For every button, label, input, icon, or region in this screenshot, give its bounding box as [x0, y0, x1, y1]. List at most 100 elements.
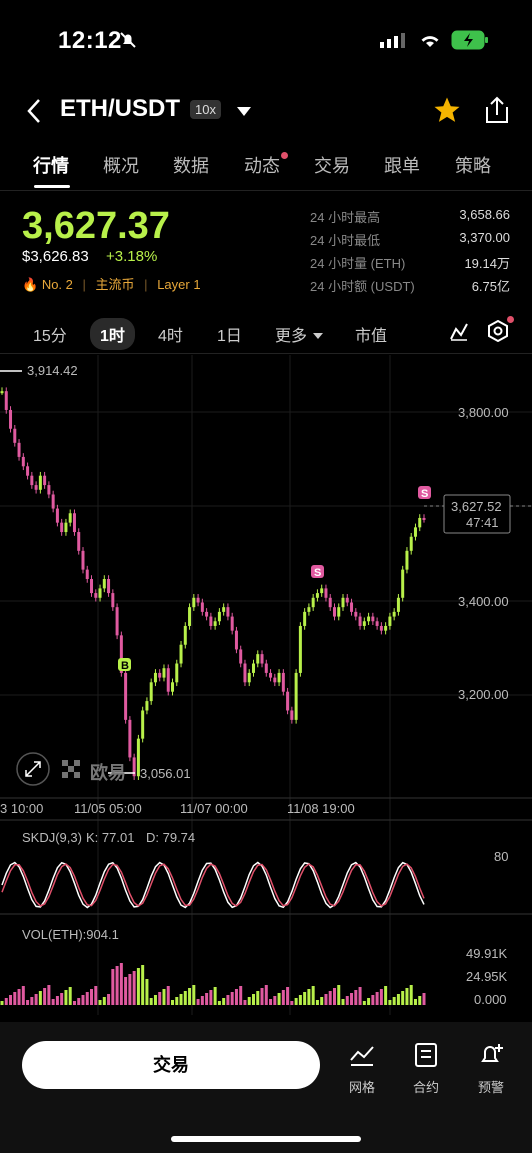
volume-bar: [205, 993, 209, 1005]
star-icon[interactable]: [432, 95, 462, 130]
volume-bar: [17, 989, 21, 1005]
chart-grid: [0, 355, 532, 1015]
grid-button[interactable]: 网格: [332, 1042, 392, 1096]
volume-bar: [239, 986, 243, 1005]
candle: [102, 579, 106, 589]
tab-market[interactable]: 行情: [33, 152, 69, 178]
candle: [260, 654, 264, 664]
candle: [375, 621, 379, 626]
tab-news[interactable]: 动态: [244, 152, 280, 178]
candle: [230, 616, 234, 631]
indicator-icon[interactable]: [449, 321, 469, 346]
volume-bar: [0, 1001, 4, 1005]
contract-button[interactable]: 合约: [396, 1042, 456, 1096]
candle: [205, 611, 209, 617]
market-cap-toggle[interactable]: 市值: [355, 322, 387, 346]
candle: [362, 621, 366, 626]
volume-bar: [392, 997, 396, 1005]
candle: [26, 466, 30, 476]
candle: [77, 532, 81, 551]
candle: [354, 611, 358, 617]
price-chart[interactable]: 3,914.42 3,056.01 3,800.00 3,400.00 3,20…: [0, 355, 532, 1020]
share-icon[interactable]: [484, 95, 510, 130]
current-price-label: 3,627.52: [451, 499, 502, 514]
volume-bar: [358, 987, 362, 1005]
tab-overview[interactable]: 概况: [103, 152, 139, 178]
rank-tag[interactable]: No. 2: [42, 277, 73, 292]
volume-bar: [26, 1000, 30, 1005]
candle: [401, 569, 405, 598]
candle: [94, 593, 98, 598]
candle: [234, 630, 238, 650]
timeframe-more[interactable]: 更多: [275, 322, 307, 346]
skdj-level: 80: [494, 849, 508, 864]
timeframe-1h[interactable]: 1时: [90, 318, 135, 350]
candle: [158, 672, 162, 678]
tab-copy[interactable]: 跟单: [384, 152, 420, 178]
timeframe-4h[interactable]: 4时: [158, 322, 183, 346]
candle: [171, 682, 175, 692]
volume-bars: [0, 963, 426, 1005]
caret-down-icon[interactable]: [313, 327, 323, 345]
chevron-down-icon[interactable]: [237, 104, 251, 122]
candle: [115, 607, 119, 636]
volume-bar: [354, 990, 358, 1005]
high-marker-label: 3,914.42: [27, 363, 78, 378]
tag-separator: |: [82, 277, 86, 292]
home-indicator: [171, 1136, 361, 1142]
stat-label: 24 小时最高: [310, 210, 381, 225]
volume-bar: [132, 971, 136, 1005]
candle: [413, 527, 417, 537]
candle: [183, 625, 187, 645]
main-coin-tag[interactable]: 主流币: [96, 277, 135, 292]
candle: [21, 456, 25, 467]
volume-bar: [367, 998, 371, 1005]
expand-icon: [16, 752, 50, 786]
pair-title[interactable]: ETH/USDT: [60, 95, 180, 123]
tab-trade[interactable]: 交易: [314, 152, 350, 178]
volume-bar: [226, 995, 230, 1005]
volume-bar: [30, 997, 34, 1005]
candle: [264, 663, 268, 673]
trade-button[interactable]: 交易: [22, 1041, 320, 1089]
volume-bar: [72, 1001, 76, 1005]
volume-bar: [222, 998, 226, 1005]
fire-icon: 🔥: [22, 277, 39, 292]
vol-tick: 0.000: [474, 992, 507, 1007]
svg-text:B: B: [121, 660, 129, 672]
volume-bar: [315, 1000, 319, 1005]
volume-bar: [81, 995, 85, 1005]
back-icon[interactable]: [26, 98, 42, 129]
tab-strategy[interactable]: 策略: [455, 152, 491, 178]
candle: [226, 607, 230, 617]
contract-label: 合约: [412, 1080, 439, 1095]
volume-bar: [256, 991, 260, 1005]
candle: [256, 654, 260, 664]
settings-icon[interactable]: [487, 319, 509, 347]
stat-label: 24 小时量 (ETH): [310, 256, 406, 271]
candle: [217, 611, 221, 622]
layer-tag[interactable]: Layer 1: [157, 277, 200, 292]
last-price: 3,627.37: [22, 205, 170, 247]
volume-bar: [196, 999, 200, 1005]
stat-value: 3,370.00: [459, 230, 510, 245]
y-tick-label: 3,400.00: [458, 594, 509, 609]
timeframe-1d[interactable]: 1日: [217, 322, 242, 346]
vol-label: VOL(ETH):904.1: [22, 927, 119, 942]
candle: [124, 672, 128, 720]
candle: [384, 625, 388, 631]
volume-bar: [375, 992, 379, 1005]
candle: [107, 579, 111, 594]
skdj-d: D: 79.74: [146, 830, 195, 845]
stat-value: 6.75亿: [471, 279, 510, 294]
volume-bar: [77, 998, 81, 1005]
volume-bar: [209, 990, 213, 1005]
tag-separator: |: [144, 277, 148, 292]
candle: [332, 607, 336, 617]
tab-data[interactable]: 数据: [173, 152, 209, 178]
candle: [60, 522, 64, 533]
price-change: +3.18%: [106, 248, 158, 265]
volume-bar: [68, 987, 72, 1005]
timeframe-15m[interactable]: 15分: [33, 322, 67, 346]
alert-button[interactable]: 预警: [461, 1042, 521, 1096]
